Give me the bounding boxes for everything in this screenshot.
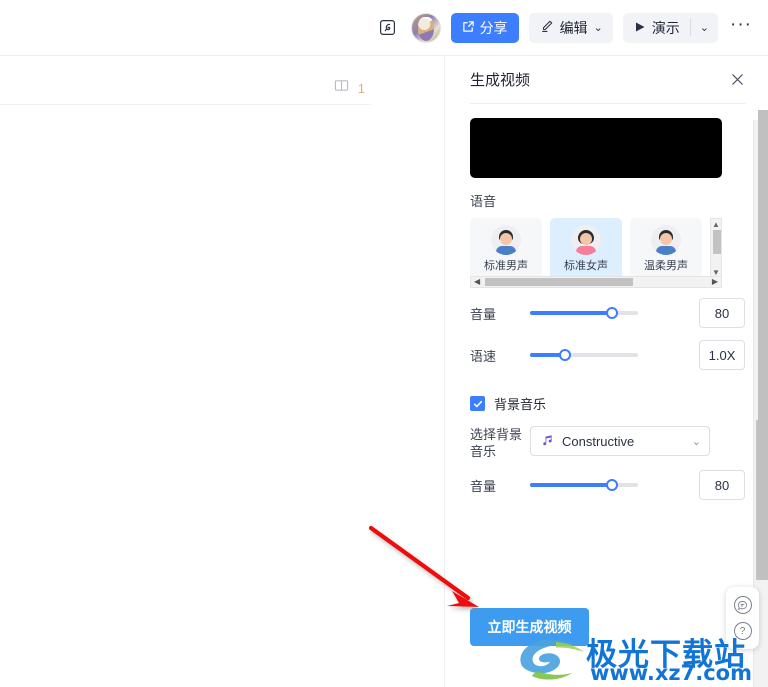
bgm-select-label: 选择背景音乐 <box>470 427 523 459</box>
bgm-select[interactable]: Constructive ⌄ <box>530 426 710 456</box>
scroll-left-arrow-icon[interactable]: ◀ <box>474 277 480 287</box>
volume-label: 音量 <box>470 306 497 322</box>
scroll-right-arrow-icon[interactable]: ▶ <box>712 277 718 287</box>
history-revert-icon[interactable] <box>375 15 401 41</box>
speed-label: 语速 <box>470 348 497 364</box>
voice-card-label: 标准女声 <box>564 260 608 272</box>
voice-card-male-gentle[interactable]: 温柔男声 <box>630 218 702 280</box>
close-icon[interactable] <box>726 69 748 91</box>
present-button-label: 演示 <box>651 19 680 36</box>
share-button-label: 分享 <box>479 19 508 36</box>
bgm-label: 背景音乐 <box>494 397 547 412</box>
volume-value-input[interactable]: 80 <box>699 298 745 328</box>
bgm-volume-slider[interactable] <box>530 479 638 491</box>
avatar[interactable] <box>410 12 441 43</box>
volume-slider-fill <box>530 311 613 315</box>
scrollbar-thumb[interactable] <box>758 110 768 580</box>
voice-card-male-standard[interactable]: 标准男声 <box>470 218 542 280</box>
bgm-volume-label: 音量 <box>470 478 497 494</box>
voice-card-label: 标准男声 <box>484 260 528 272</box>
edit-button[interactable]: 编辑 ⌄ <box>528 12 613 43</box>
video-preview[interactable] <box>470 118 722 178</box>
bgm-volume-row: 音量 80 <box>470 468 768 502</box>
document-canvas: 1 <box>0 56 443 687</box>
volume-slider-knob[interactable] <box>606 307 619 319</box>
voice-picker: 标准男声 标准女声 温柔男声 ▲ ▼ ◀ ▶ <box>470 218 722 288</box>
help-floating-panel: ? <box>726 587 759 649</box>
panel-title: 生成视频 <box>470 72 531 89</box>
avatar-female-icon <box>571 225 601 255</box>
bgm-checkbox[interactable] <box>470 396 485 411</box>
question-circle-icon[interactable]: ? <box>733 622 752 640</box>
share-button[interactable]: 分享 <box>450 12 519 43</box>
volume-slider[interactable] <box>530 307 638 319</box>
voice-section-label: 语音 <box>470 194 497 209</box>
volume-row: 音量 80 <box>470 296 768 330</box>
present-dropdown-toggle[interactable]: ⌄ <box>691 13 718 43</box>
more-options-button[interactable]: ··· <box>728 15 754 41</box>
bgm-enable-row[interactable]: 背景音乐 <box>470 394 768 413</box>
panel-body: 语音 标准男声 标准女声 温柔男声 ▲ ▼ ◀ ▶ 音量 80 语速 1.0X … <box>445 104 768 687</box>
panel-header: 生成视频 <box>445 56 768 104</box>
page-number: 1 <box>357 80 365 96</box>
music-note-icon <box>541 433 555 449</box>
speed-value-input[interactable]: 1.0X <box>699 340 745 370</box>
generate-video-button[interactable]: 立即生成视频 <box>470 608 589 646</box>
bgm-volume-value-input[interactable]: 80 <box>699 470 745 500</box>
chevron-down-icon: ⌄ <box>699 22 709 34</box>
speed-slider[interactable] <box>530 349 638 361</box>
chat-bubble-icon[interactable] <box>733 596 752 614</box>
chevron-down-icon: ⌄ <box>691 435 701 448</box>
top-toolbar: 分享 编辑 ⌄ 演示 ⌄ ··· <box>0 0 768 55</box>
bgm-select-value: Constructive <box>562 433 635 449</box>
voice-list-vertical-scrollbar[interactable]: ▲ ▼ <box>710 218 722 280</box>
avatar-male-icon <box>491 225 521 255</box>
present-button[interactable]: 演示 ⌄ <box>622 12 718 43</box>
pencil-icon <box>540 19 554 36</box>
window-scrollbar[interactable] <box>758 110 768 580</box>
edit-button-label: 编辑 <box>559 19 588 36</box>
document-divider <box>0 104 371 105</box>
voice-card-label: 温柔男声 <box>644 260 688 272</box>
voice-card-list: 标准男声 标准女声 温柔男声 <box>470 218 704 280</box>
external-link-icon <box>462 20 475 36</box>
scrollbar-thumb[interactable] <box>485 278 633 286</box>
voice-list-horizontal-scrollbar[interactable]: ◀ ▶ <box>470 276 722 288</box>
voice-card-female-standard[interactable]: 标准女声 <box>550 218 622 280</box>
speed-row: 语速 1.0X <box>470 338 768 372</box>
check-icon <box>473 400 482 407</box>
page-indicator: 1 <box>334 78 365 98</box>
book-open-icon <box>334 78 349 98</box>
bgm-volume-slider-fill <box>530 483 613 487</box>
bgm-select-row: 选择背景音乐 Constructive ⌄ <box>470 426 768 460</box>
generate-video-panel: 生成视频 语音 标准男声 标准女声 温柔男声 ▲ ▼ ◀ ▶ 音量 80 语速 … <box>444 56 768 687</box>
scrollbar-thumb[interactable] <box>713 230 721 254</box>
bgm-volume-slider-knob[interactable] <box>606 479 619 491</box>
play-icon <box>634 20 646 36</box>
more-dots-icon: ··· <box>730 14 752 35</box>
speed-slider-knob[interactable] <box>558 349 571 361</box>
avatar-male-icon <box>651 225 681 255</box>
chevron-down-icon: ⌄ <box>593 22 603 34</box>
app-root: 分享 编辑 ⌄ 演示 ⌄ ··· 1 生成视频 语音 标准男声 标准女声 温柔男… <box>0 0 768 687</box>
